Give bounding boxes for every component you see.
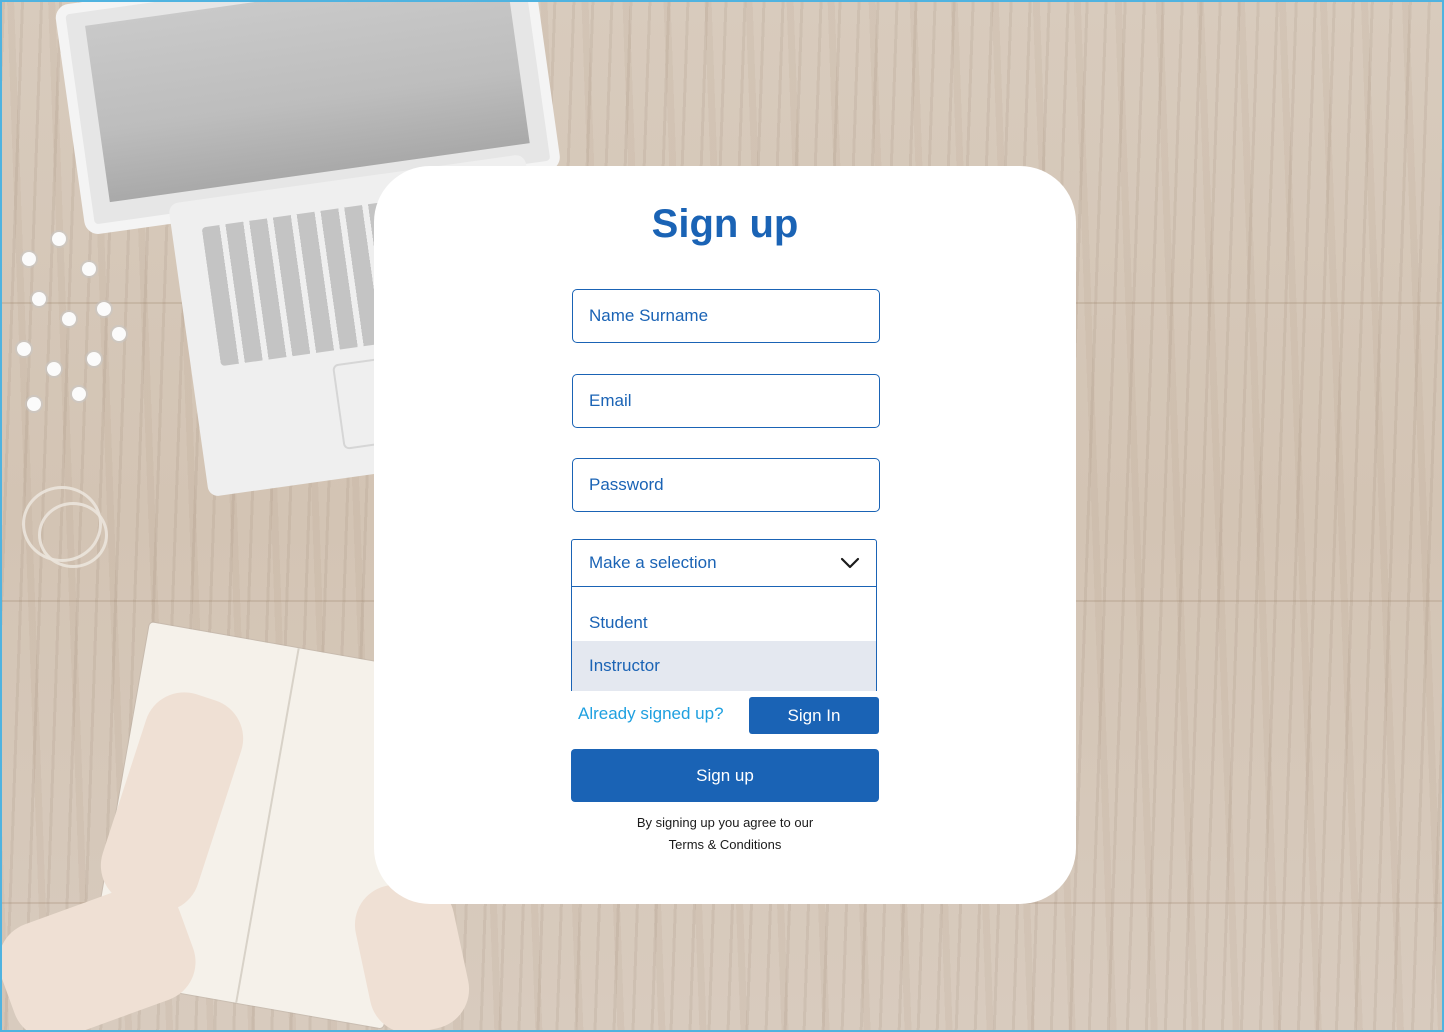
role-dropdown-list: Student Instructor (571, 587, 877, 691)
name-input[interactable] (573, 290, 879, 342)
agreement-text: By signing up you agree to our (636, 815, 814, 830)
terms-notice: By signing up you agree to our Terms & C… (374, 812, 1076, 856)
role-select-value: Make a selection (589, 553, 717, 572)
role-select[interactable]: Make a selection (571, 539, 877, 587)
page-frame: Sign up Make a selection Student Instruc… (0, 0, 1444, 1032)
sign-in-button[interactable]: Sign In (749, 697, 879, 734)
option-instructor[interactable]: Instructor (572, 641, 876, 691)
chevron-down-icon[interactable] (840, 553, 860, 573)
page-title: Sign up (651, 202, 799, 246)
flowers-illustration (2, 212, 152, 432)
already-signed-up-link[interactable]: Already signed up? (578, 704, 724, 724)
signup-card: Sign up Make a selection Student Instruc… (374, 166, 1076, 904)
sign-up-button[interactable]: Sign up (571, 749, 879, 802)
terms-link[interactable]: Terms & Conditions (374, 834, 1076, 856)
option-student[interactable]: Student (572, 601, 876, 645)
email-input[interactable] (573, 375, 879, 427)
name-field[interactable] (572, 289, 880, 343)
password-field[interactable] (572, 458, 880, 512)
password-input[interactable] (573, 459, 879, 511)
email-field[interactable] (572, 374, 880, 428)
